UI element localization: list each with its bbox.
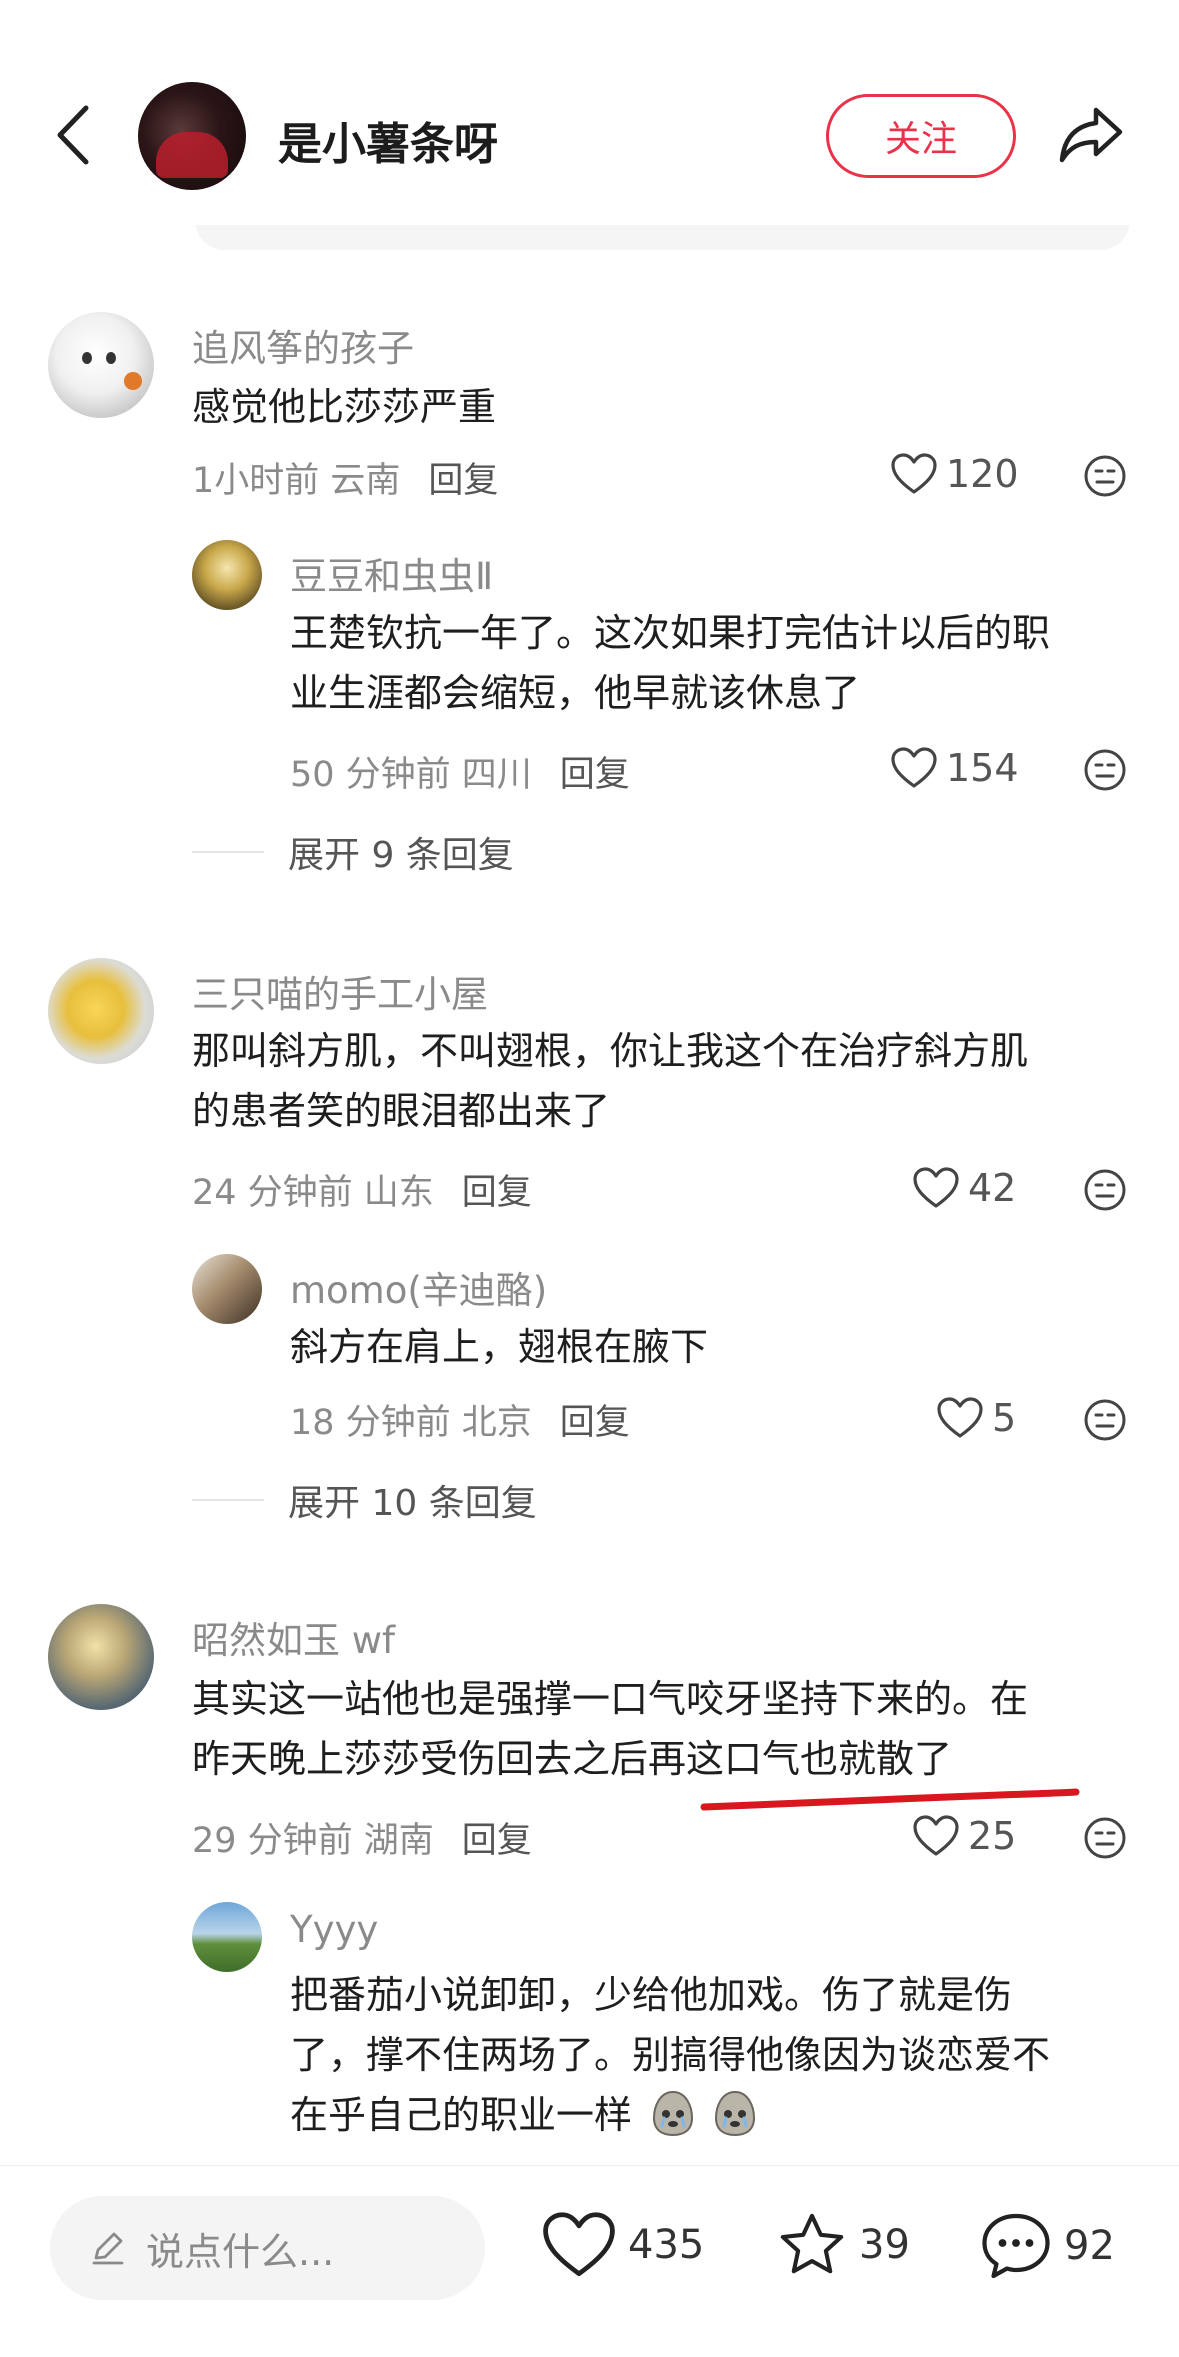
comment-text-line: 昨天晚上莎莎受伤回去之后再这口气也就散了	[192, 1737, 953, 1781]
reply-meta: 50 分钟前 四川 回复	[290, 746, 630, 797]
comment-meta: 1小时前 云南 回复	[192, 452, 498, 503]
post-star-count: 39	[859, 2222, 910, 2268]
reply-time-location: 50 分钟前 四川	[290, 755, 532, 795]
like-post-button[interactable]: 435	[540, 2210, 704, 2280]
reply-meta: 18 分钟前 北京 回复	[290, 1394, 630, 1445]
avatar[interactable]	[48, 958, 154, 1064]
pencil-icon	[92, 2232, 124, 2265]
like-button[interactable]: 154	[890, 746, 1019, 790]
reply-button[interactable]: 回复	[428, 461, 498, 501]
comment-text-line: 其实这一站他也是强撑一口气咬牙坚持下来的。在	[192, 1677, 1029, 1721]
like-count: 42	[968, 1166, 1017, 1210]
comment-input[interactable]: 说点什么...	[50, 2196, 485, 2300]
crying-face-emoji-icon	[715, 2090, 756, 2137]
reply-text-line: 了，撑不住两场了。别搞得他像因为谈恋爱不	[290, 2033, 1051, 2077]
expand-replies-button[interactable]: 展开 10 条回复	[192, 1474, 537, 1526]
red-underline-annotation	[700, 1788, 1080, 1811]
reply-username[interactable]: Yyyy	[290, 1908, 378, 1951]
emoji-face-icon[interactable]	[1083, 748, 1127, 792]
reply-time-location: 18 分钟前 北京	[290, 1403, 532, 1443]
expand-replies-label: 展开 10 条回复	[288, 1483, 537, 1524]
divider	[192, 851, 264, 853]
heart-outline-icon	[937, 1397, 983, 1438]
avatar[interactable]	[48, 312, 154, 418]
comment-time-location: 29 分钟前 湖南	[192, 1821, 434, 1861]
expand-replies-label: 展开 9 条回复	[288, 835, 514, 876]
crying-face-emoji-icon	[653, 2090, 694, 2137]
comment-time-location: 24 分钟前 山东	[192, 1173, 434, 1213]
comment-username[interactable]: 追风筝的孩子	[192, 318, 414, 372]
comment-input-placeholder: 说点什么...	[146, 2229, 335, 2274]
comment-meta: 24 分钟前 山东 回复	[192, 1164, 532, 1215]
like-count: 154	[946, 746, 1019, 790]
avatar[interactable]	[192, 1902, 262, 1972]
top-nav-bar: 是小薯条呀 关注	[0, 0, 1179, 225]
reply-text-line: 王楚钦抗一年了。这次如果打完估计以后的职	[290, 611, 1051, 655]
author-avatar[interactable]	[138, 82, 246, 190]
heart-outline-icon	[913, 1167, 959, 1208]
like-count: 120	[946, 452, 1019, 496]
post-like-count: 435	[628, 2222, 705, 2268]
share-arrow-icon[interactable]	[1056, 104, 1126, 164]
comment-meta: 29 分钟前 湖南 回复	[192, 1812, 532, 1863]
emoji-face-icon[interactable]	[1083, 1398, 1127, 1442]
heart-outline-icon	[891, 453, 937, 494]
reply-username[interactable]: momo(辛迪酪)	[290, 1260, 547, 1314]
comment-username[interactable]: 三只喵的手工小屋	[192, 964, 488, 1018]
chevron-left-icon[interactable]	[50, 100, 100, 170]
star-outline-icon	[780, 2213, 844, 2274]
avatar[interactable]	[192, 540, 262, 610]
like-button[interactable]: 120	[890, 452, 1019, 496]
comment-text-line: 的患者笑的眼泪都出来了	[192, 1089, 611, 1133]
reply-text-line: 把番茄小说卸卸，少给他加戏。伤了就是伤	[290, 1973, 1013, 2017]
avatar[interactable]	[192, 1254, 262, 1324]
like-button[interactable]: 42	[912, 1166, 1016, 1210]
comment-text-line: 感觉他比莎莎严重	[192, 385, 497, 429]
heart-outline-icon	[891, 747, 937, 788]
reply-button[interactable]: 回复	[560, 755, 630, 795]
bottom-action-bar: 说点什么... 435 39 92	[0, 2165, 1179, 2357]
reply-button[interactable]: 回复	[462, 1173, 532, 1213]
comment-time-location: 1小时前 云南	[192, 461, 401, 501]
author-name[interactable]: 是小薯条呀	[278, 108, 498, 172]
heart-outline-icon	[543, 2212, 615, 2277]
reply-text-line: 在乎自己的职业一样	[290, 2086, 760, 2144]
like-button[interactable]: 25	[912, 1814, 1016, 1858]
like-button[interactable]: 5	[936, 1396, 1016, 1440]
reply-text-line: 业生涯都会缩短，他早就该休息了	[290, 671, 861, 715]
chat-bubble-icon	[982, 2213, 1050, 2279]
collect-post-button[interactable]: 39	[775, 2210, 910, 2280]
post-comment-count: 92	[1064, 2223, 1115, 2269]
like-count: 25	[968, 1814, 1017, 1858]
comment-username[interactable]: 昭然如玉 wf	[192, 1610, 395, 1664]
comment-post-button[interactable]: 92	[978, 2210, 1115, 2282]
expand-replies-button[interactable]: 展开 9 条回复	[192, 826, 514, 878]
reply-text-line: 斜方在肩上，翅根在腋下	[290, 1325, 709, 1369]
emoji-face-icon[interactable]	[1083, 454, 1127, 498]
comment-text-line: 那叫斜方肌，不叫翅根，你让我这个在治疗斜方肌	[192, 1029, 1029, 1073]
emoji-face-icon[interactable]	[1083, 1168, 1127, 1212]
like-count: 5	[992, 1396, 1017, 1440]
divider	[192, 1499, 264, 1501]
avatar[interactable]	[48, 1604, 154, 1710]
heart-outline-icon	[913, 1815, 959, 1856]
reply-username[interactable]: 豆豆和虫虫Ⅱ	[290, 546, 493, 600]
reply-button[interactable]: 回复	[462, 1821, 532, 1861]
emoji-face-icon[interactable]	[1083, 1816, 1127, 1860]
follow-button[interactable]: 关注	[826, 94, 1016, 178]
reply-text-fragment: 在乎自己的职业一样	[290, 2093, 633, 2137]
reply-button[interactable]: 回复	[560, 1403, 630, 1443]
